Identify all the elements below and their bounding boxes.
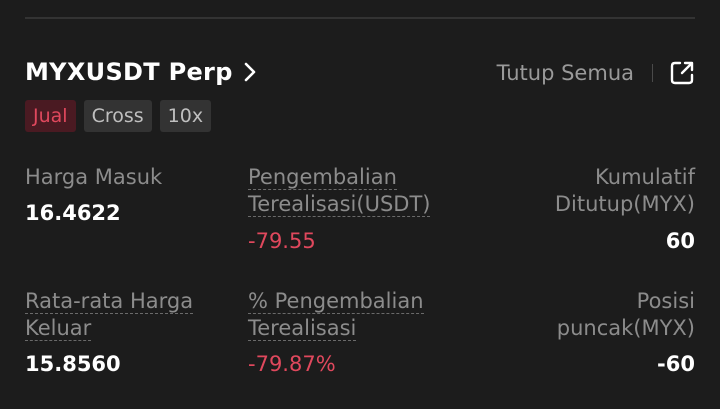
avg-exit-price-label-line2: Keluar — [25, 316, 92, 341]
realized-pnl-label[interactable]: Pengembalian Terealisasi(USDT) — [248, 164, 431, 218]
symbol-link[interactable]: MYXUSDT Perp — [25, 58, 263, 86]
entry-price-label: Harga Masuk — [25, 165, 163, 189]
realized-pnl-pct-label[interactable]: % Pengembalian Terealisasi — [248, 288, 424, 342]
peak-position-label: Posisi puncak(MYX) — [557, 288, 695, 342]
realized-pnl-pct-label-line1: % Pengembalian — [248, 289, 424, 314]
realized-pnl-label-line1: Pengembalian — [248, 165, 397, 190]
avg-exit-price-value: 15.8560 — [25, 352, 121, 376]
entry-price-value: 16.4622 — [25, 201, 121, 225]
actions-divider — [652, 64, 653, 82]
peak-position-value: -60 — [657, 352, 695, 376]
position-badges: Jual Cross 10x — [25, 100, 212, 132]
cumulative-closed-label-line1: Kumulatif — [595, 165, 695, 189]
chevron-right-icon — [243, 60, 263, 84]
cumulative-closed-label: Kumulatif Ditutup(MYX) — [555, 164, 695, 218]
position-actions: Tutup Semua — [497, 60, 695, 86]
cumulative-closed-value: 60 — [665, 229, 695, 253]
cumulative-closed-label-line2: Ditutup(MYX) — [554, 192, 695, 216]
share-external-icon[interactable] — [669, 60, 695, 86]
top-divider — [25, 17, 695, 19]
peak-position-label-line1: Posisi — [636, 289, 695, 313]
realized-pnl-pct-value: -79.87% — [248, 352, 336, 376]
realized-pnl-pct-label-line2: Terealisasi — [248, 316, 357, 341]
avg-exit-price-label[interactable]: Rata-rata Harga Keluar — [25, 288, 194, 342]
realized-pnl-label-line2: Terealisasi(USDT) — [248, 192, 431, 217]
avg-exit-price-label-line1: Rata-rata Harga — [25, 289, 194, 314]
leverage-badge: 10x — [159, 100, 212, 132]
peak-position-label-line2: puncak(MYX) — [556, 316, 695, 340]
symbol-title: MYXUSDT Perp — [25, 58, 233, 86]
realized-pnl-value: -79.55 — [248, 229, 316, 253]
margin-mode-badge: Cross — [83, 100, 152, 132]
close-all-button[interactable]: Tutup Semua — [497, 61, 634, 85]
side-badge: Jual — [25, 100, 76, 132]
